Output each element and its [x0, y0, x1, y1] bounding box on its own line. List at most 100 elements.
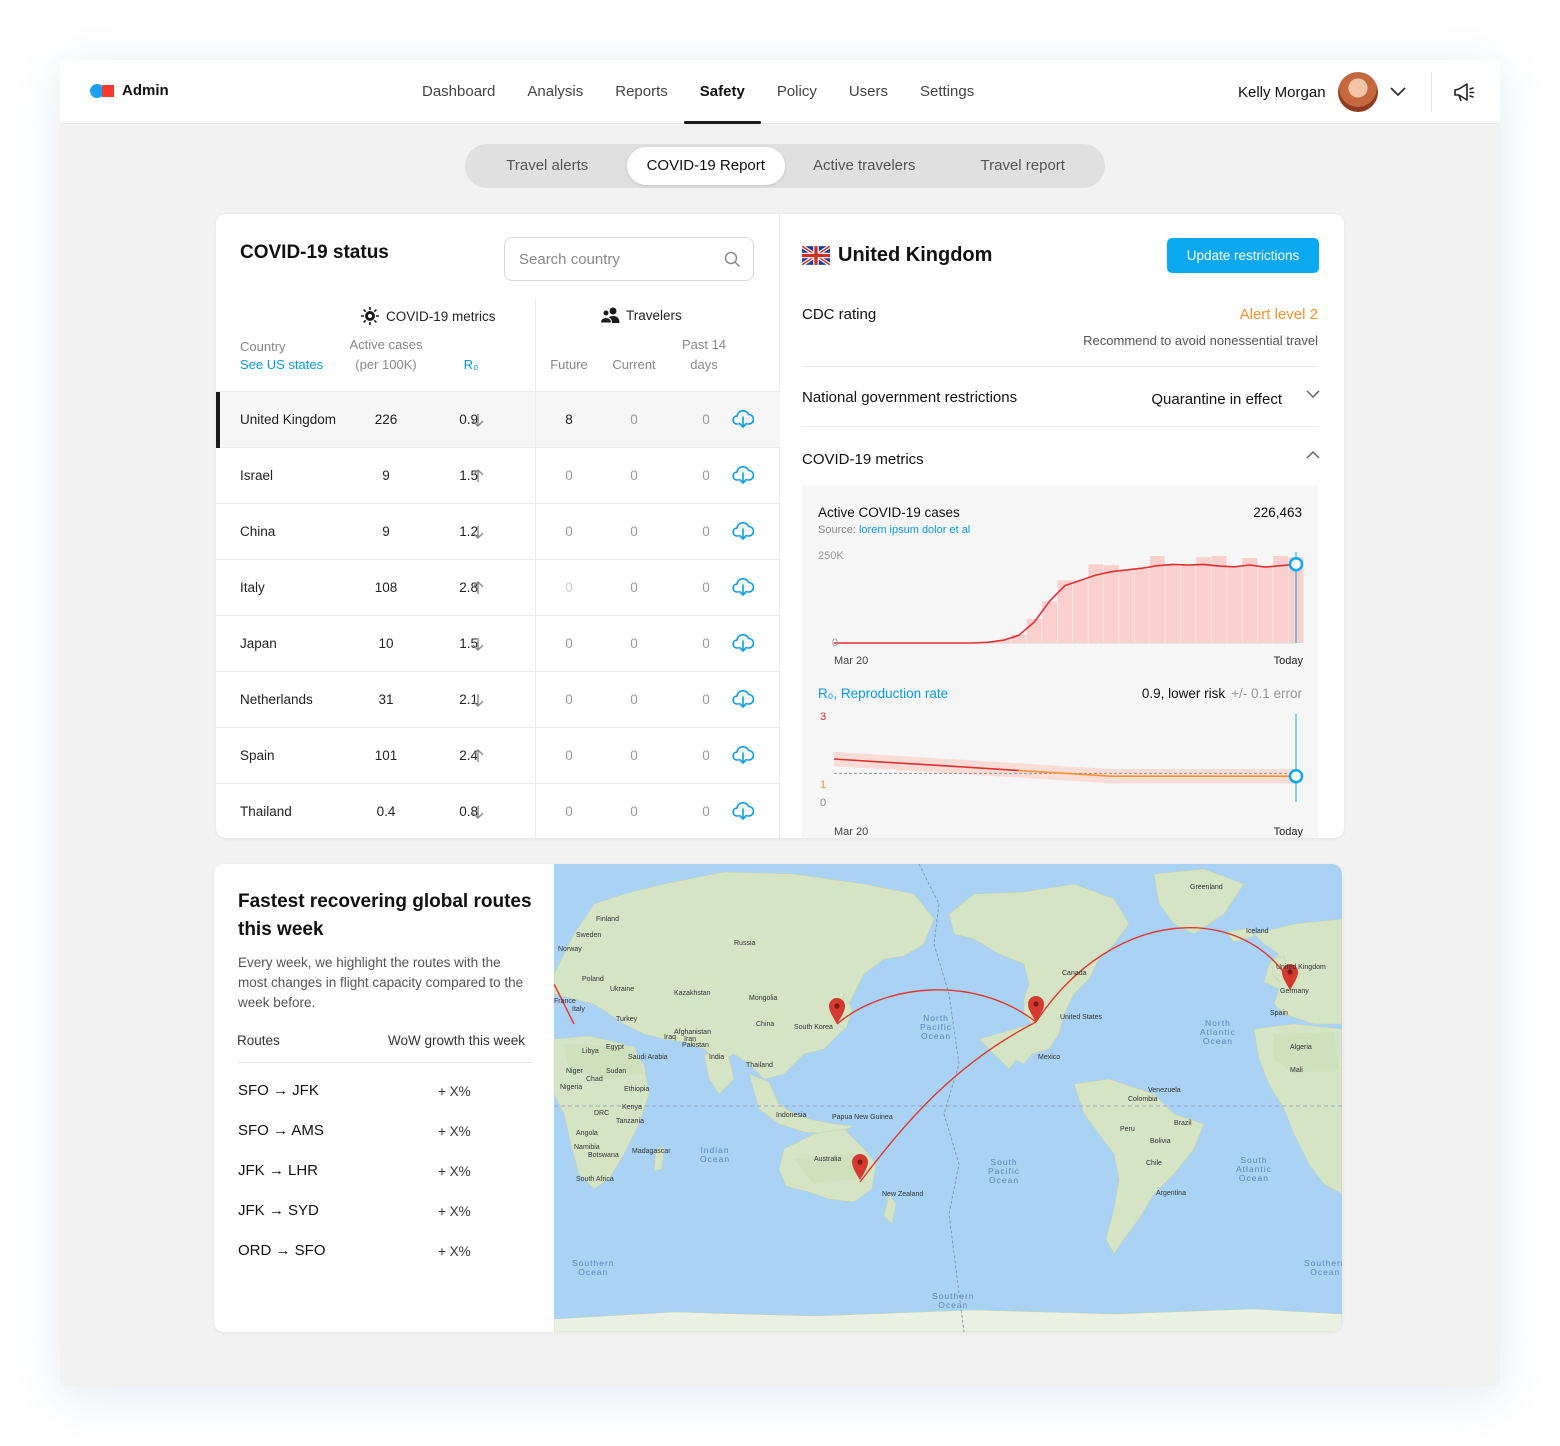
- table-row[interactable]: Israel 9 1.5 0 0 0: [216, 448, 780, 504]
- see-us-states-link[interactable]: See US states: [240, 355, 323, 375]
- cloud-download-icon[interactable]: [732, 689, 754, 709]
- route-item[interactable]: SFO → AMS + X%: [238, 1122, 532, 1146]
- search-box[interactable]: [504, 237, 754, 281]
- route-growth: + X%: [438, 1244, 471, 1259]
- chevron-down-icon[interactable]: [1306, 390, 1320, 399]
- cases-chart-source: Source: lorem ipsum dolor et al: [818, 524, 970, 536]
- past-14-days-header: Past 14 days: [679, 335, 729, 375]
- map-label: Chile: [1146, 1160, 1162, 1167]
- map-label: Mongolia: [749, 995, 778, 1002]
- cases-today-point: [1288, 556, 1304, 572]
- gov-restrictions-value[interactable]: Quarantine in effect: [1151, 391, 1282, 408]
- table-row[interactable]: United Kingdom 226 0.9 8 0 0: [216, 392, 780, 448]
- map-label: Libya: [582, 1048, 599, 1055]
- cases-bar: [1149, 556, 1165, 643]
- cdc-rating-label: CDC rating: [802, 306, 877, 323]
- routes-title: Fastest recovering global routes this we…: [238, 891, 532, 940]
- column-divider: [535, 392, 536, 448]
- map-label: Iceland: [1246, 928, 1269, 935]
- cases-bar: [1103, 565, 1119, 643]
- update-restrictions-button[interactable]: Update restrictions: [1167, 238, 1319, 273]
- map-label: Papua New Guinea: [832, 1114, 893, 1121]
- cloud-download-icon[interactable]: [732, 577, 754, 597]
- map-label: Colombia: [1128, 1096, 1158, 1103]
- country-name: Israel: [240, 468, 274, 483]
- global-routes-card: Fastest recovering global routes this we…: [214, 864, 1342, 1332]
- cloud-download-icon[interactable]: [732, 521, 754, 541]
- map-label: Botswana: [588, 1152, 619, 1159]
- status-title: COVID-19 status: [240, 242, 389, 263]
- chevron-up-icon[interactable]: [1306, 450, 1320, 459]
- table-row[interactable]: Spain 101 2.4 0 0 0: [216, 728, 780, 784]
- tab-travel-report[interactable]: Travel report: [944, 147, 1103, 185]
- map-label: India: [709, 1054, 725, 1061]
- tab-travel-alerts[interactable]: Travel alerts: [468, 147, 627, 185]
- world-map-graphic: [554, 864, 1342, 1332]
- table-row[interactable]: Netherlands 31 2.1 0 0 0: [216, 672, 780, 728]
- route-item[interactable]: SFO → JFK + X%: [238, 1082, 532, 1106]
- top-navigation: Admin Dashboard Analysis Reports Safety …: [60, 60, 1500, 124]
- ocean-label: North Atlantic Ocean: [1200, 1018, 1236, 1046]
- growth-column-header: WoW growth this week: [387, 1033, 525, 1048]
- r0-y-top-label: 3: [820, 711, 826, 723]
- map-label: Sudan: [606, 1068, 627, 1075]
- current-travelers-value: 0: [630, 412, 638, 427]
- route-item[interactable]: JFK → SYD + X%: [238, 1202, 532, 1226]
- search-input[interactable]: [519, 248, 719, 270]
- route-item[interactable]: ORD → SFO + X%: [238, 1242, 532, 1266]
- nav-settings[interactable]: Settings: [904, 60, 990, 124]
- country-name: Italy: [240, 580, 265, 595]
- nav-reports[interactable]: Reports: [599, 60, 684, 124]
- map-label: Russia: [734, 940, 756, 947]
- nav-users[interactable]: Users: [833, 60, 904, 124]
- past-travelers-value: 0: [702, 468, 710, 483]
- arrow-down-icon: [472, 414, 484, 427]
- cloud-download-icon[interactable]: [732, 801, 754, 821]
- user-menu[interactable]: Kelly Morgan: [1238, 72, 1406, 112]
- cases-bar: [1180, 565, 1196, 643]
- gov-restrictions-label[interactable]: National government restrictions: [802, 389, 1017, 406]
- cases-x-end-label: Today: [1274, 655, 1304, 667]
- cases-bar: [1273, 556, 1289, 643]
- source-link[interactable]: lorem ipsum dolor et al: [859, 524, 970, 536]
- country-name: Japan: [240, 636, 277, 651]
- nav-analysis[interactable]: Analysis: [511, 60, 599, 124]
- nav-dashboard[interactable]: Dashboard: [406, 60, 511, 124]
- cases-bar: [1242, 558, 1258, 643]
- avatar[interactable]: [1337, 72, 1378, 112]
- route-item[interactable]: JFK → LHR + X%: [238, 1162, 532, 1186]
- routes-description: Every week, we highlight the routes with…: [238, 955, 524, 1010]
- covid-metrics-label[interactable]: COVID-19 metrics: [802, 451, 924, 468]
- cloud-download-icon[interactable]: [732, 633, 754, 653]
- world-map[interactable]: Greenland Finland Sweden Norway Russia Poland…: [554, 864, 1342, 1332]
- app-logo[interactable]: Admin: [90, 82, 169, 99]
- current-travelers-value: 0: [630, 468, 638, 483]
- nav-safety[interactable]: Safety: [683, 60, 761, 124]
- table-row[interactable]: China 9 1.2 0 0 0: [216, 504, 780, 560]
- megaphone-icon[interactable]: [1452, 80, 1476, 104]
- tab-covid-report[interactable]: COVID-19 Report: [626, 147, 785, 185]
- arrow-down-icon: [472, 526, 484, 539]
- cloud-download-icon[interactable]: [732, 409, 754, 429]
- table-row[interactable]: Thailand 0.4 0.8 0 0 0: [216, 784, 780, 838]
- table-row[interactable]: Japan 10 1.5 0 0 0: [216, 616, 780, 672]
- cases-y-zero-label: 0: [832, 637, 838, 649]
- country-name: United Kingdom: [240, 412, 337, 427]
- route-growth: + X%: [438, 1124, 471, 1139]
- cloud-download-icon[interactable]: [732, 745, 754, 765]
- column-divider: [535, 784, 536, 838]
- map-label: Afghanistan: [674, 1029, 711, 1036]
- table-row[interactable]: Italy 108 2.8 0 0 0: [216, 560, 780, 616]
- map-label: Bolivia: [1150, 1138, 1171, 1145]
- map-label: Mexico: [1038, 1054, 1061, 1061]
- tab-active-travelers[interactable]: Active travelers: [785, 147, 944, 185]
- cdc-alert-level: Alert level 2: [1239, 306, 1318, 323]
- past-travelers-value: 0: [702, 412, 710, 427]
- nav-policy[interactable]: Policy: [761, 60, 833, 124]
- chevron-down-icon[interactable]: [1389, 87, 1406, 97]
- cloud-download-icon[interactable]: [732, 465, 754, 485]
- active-cases-value: 10: [378, 636, 394, 651]
- future-travelers-value: 0: [565, 524, 573, 539]
- search-icon[interactable]: [724, 251, 741, 268]
- country-name: China: [240, 524, 276, 539]
